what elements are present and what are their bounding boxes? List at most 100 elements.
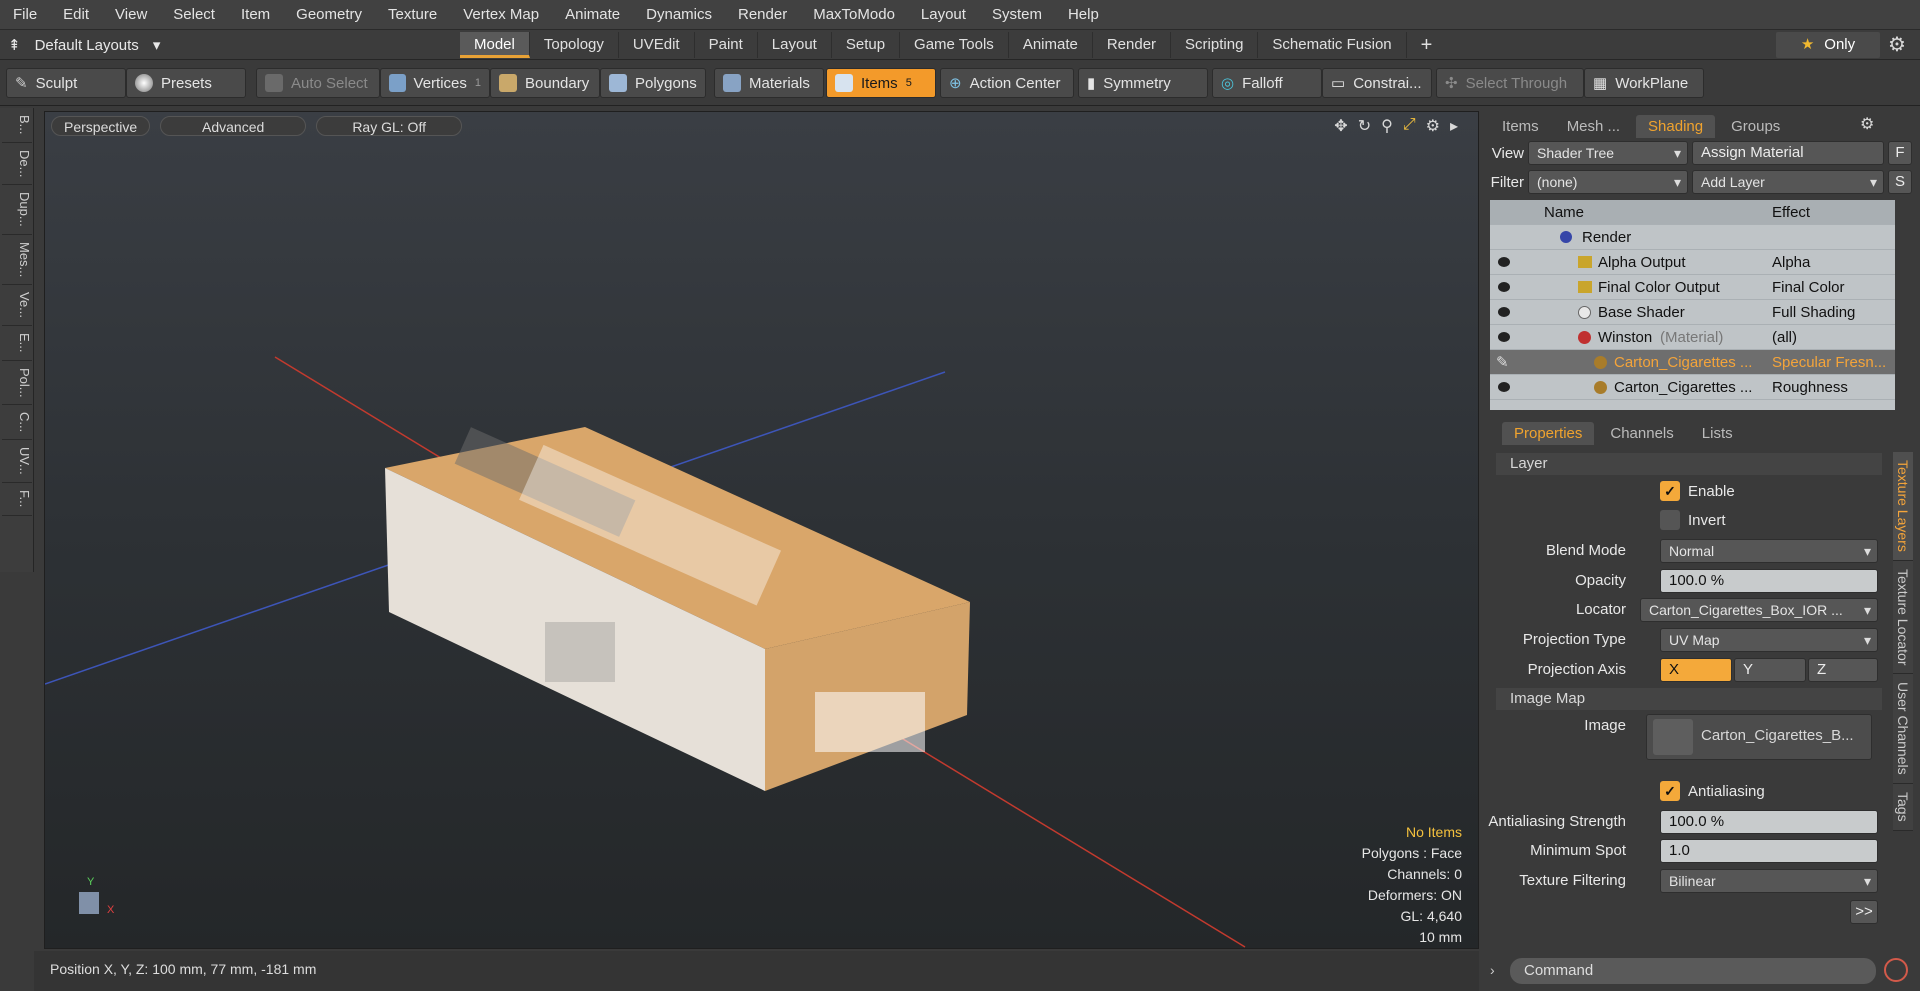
tab-lists[interactable]: Lists — [1690, 422, 1745, 445]
tab-user-channels[interactable]: User Channels — [1893, 674, 1913, 784]
tree-row-selected[interactable]: ✎ Carton_Cigarettes ... Specular Fresn..… — [1490, 350, 1895, 375]
falloff-button[interactable]: ◎ Falloff — [1212, 68, 1322, 98]
gear-icon[interactable]: ⚙ — [1888, 32, 1906, 57]
layer-section-header[interactable]: Layer — [1496, 453, 1882, 475]
filter-dropdown[interactable]: (none) — [1528, 170, 1688, 194]
locator-dropdown[interactable]: Carton_Cigarettes_Box_IOR ... — [1640, 598, 1878, 622]
texture-filtering-dropdown[interactable]: Bilinear — [1660, 869, 1878, 893]
row-effect[interactable]: Alpha — [1772, 250, 1810, 275]
row-effect[interactable]: Full Shading — [1772, 300, 1855, 325]
eye-icon[interactable] — [1498, 257, 1510, 267]
left-tab-de[interactable]: De... — [2, 143, 32, 185]
menu-item[interactable]: Item — [228, 6, 283, 23]
eye-icon[interactable] — [1498, 382, 1510, 392]
menu-file[interactable]: File — [0, 6, 50, 23]
default-layouts-dropdown[interactable]: ⇞ Default Layouts ▾ — [8, 34, 160, 56]
tab-tags[interactable]: Tags — [1893, 783, 1913, 831]
add-tab-button[interactable]: + — [1407, 32, 1447, 58]
left-tab-c[interactable]: C... — [2, 405, 32, 441]
tab-uvedit[interactable]: UVEdit — [619, 32, 695, 58]
tab-paint[interactable]: Paint — [695, 32, 758, 58]
left-tab-mes[interactable]: Mes... — [2, 235, 32, 286]
add-layer-key[interactable]: S — [1888, 170, 1912, 194]
left-tab-e[interactable]: E... — [2, 326, 32, 361]
image-map-section-header[interactable]: Image Map — [1496, 688, 1882, 710]
tab-topology[interactable]: Topology — [530, 32, 619, 58]
panel-gear-icon[interactable]: ⚙ — [1860, 114, 1874, 134]
menu-system[interactable]: System — [979, 6, 1055, 23]
antialiasing-strength-field[interactable]: 100.0 % — [1660, 810, 1878, 834]
tab-game-tools[interactable]: Game Tools — [900, 32, 1009, 58]
axis-y-button[interactable]: Y — [1734, 658, 1806, 682]
tab-channels[interactable]: Channels — [1598, 422, 1685, 445]
projection-type-dropdown[interactable]: UV Map — [1660, 628, 1878, 652]
tab-properties[interactable]: Properties — [1502, 421, 1595, 445]
tab-mesh[interactable]: Mesh ... — [1555, 115, 1632, 138]
tree-row[interactable]: Base Shader Full Shading — [1490, 300, 1895, 325]
tab-layout[interactable]: Layout — [758, 32, 832, 58]
menu-animate[interactable]: Animate — [552, 6, 633, 23]
image-picker[interactable]: Carton_Cigarettes_B... — [1646, 714, 1872, 760]
3d-viewport[interactable]: Perspective Advanced Ray GL: Off ✥ ↻ ⚲ ⤢… — [44, 111, 1479, 949]
enable-checkbox[interactable]: ✓ — [1660, 481, 1680, 501]
tab-groups[interactable]: Groups — [1719, 115, 1792, 138]
constraints-button[interactable]: ▭ Constrai... — [1322, 68, 1432, 98]
assign-material-field[interactable]: Assign Material — [1692, 141, 1884, 165]
row-effect[interactable]: Specular Fresn... — [1772, 350, 1886, 375]
workplane-button[interactable]: ▦ WorkPlane — [1584, 68, 1704, 98]
menu-help[interactable]: Help — [1055, 6, 1112, 23]
axis-z-button[interactable]: Z — [1808, 658, 1878, 682]
add-layer-dropdown[interactable]: Add Layer — [1692, 170, 1884, 194]
menu-edit[interactable]: Edit — [50, 6, 102, 23]
menu-layout[interactable]: Layout — [908, 6, 979, 23]
left-tab-dup[interactable]: Dup... — [2, 185, 32, 235]
menu-maxtomodo[interactable]: MaxToModo — [800, 6, 908, 23]
auto-select-button[interactable]: Auto Select — [256, 68, 380, 98]
tab-setup[interactable]: Setup — [832, 32, 901, 58]
vertices-button[interactable]: Vertices 1 — [380, 68, 490, 98]
items-button[interactable]: Items 5 — [826, 68, 936, 98]
tab-items[interactable]: Items — [1490, 115, 1551, 138]
sculpt-button[interactable]: ✎ Sculpt — [6, 68, 126, 98]
tab-texture-locator[interactable]: Texture Locator — [1893, 560, 1913, 675]
row-effect[interactable]: (all) — [1772, 325, 1797, 350]
eye-icon[interactable] — [1498, 307, 1510, 317]
minimum-spot-field[interactable]: 1.0 — [1660, 839, 1878, 863]
more-button[interactable]: >> — [1850, 900, 1878, 924]
row-effect[interactable]: Final Color — [1772, 275, 1845, 300]
left-tab-f[interactable]: F... — [2, 483, 32, 516]
menu-view[interactable]: View — [102, 6, 160, 23]
menu-select[interactable]: Select — [160, 6, 228, 23]
presets-button[interactable]: Presets — [126, 68, 246, 98]
symmetry-button[interactable]: ▮ Symmetry — [1078, 68, 1208, 98]
polygons-button[interactable]: Polygons — [600, 68, 706, 98]
tree-row[interactable]: Render — [1490, 225, 1895, 250]
left-tab-uv[interactable]: UV... — [2, 440, 32, 484]
tab-animate[interactable]: Animate — [1009, 32, 1093, 58]
axis-x-button[interactable]: X — [1660, 658, 1732, 682]
left-tab-b[interactable]: B... — [2, 108, 32, 143]
tab-shading[interactable]: Shading — [1636, 114, 1716, 138]
boundary-button[interactable]: Boundary — [490, 68, 600, 98]
tab-render[interactable]: Render — [1093, 32, 1172, 58]
menu-dynamics[interactable]: Dynamics — [633, 6, 725, 23]
tab-schematic-fusion[interactable]: Schematic Fusion — [1258, 32, 1407, 58]
tree-row[interactable]: Winston (Material) (all) — [1490, 325, 1895, 350]
select-through-button[interactable]: ✣ Select Through — [1436, 68, 1584, 98]
blend-mode-dropdown[interactable]: Normal — [1660, 539, 1878, 563]
materials-button[interactable]: Materials — [714, 68, 824, 98]
row-effect[interactable]: Roughness — [1772, 375, 1848, 400]
only-button[interactable]: ★ Only — [1776, 32, 1880, 58]
record-icon[interactable] — [1884, 958, 1908, 982]
opacity-field[interactable]: 100.0 % — [1660, 569, 1878, 593]
view-dropdown[interactable]: Shader Tree — [1528, 141, 1688, 165]
tab-scripting[interactable]: Scripting — [1171, 32, 1259, 58]
left-tab-ve[interactable]: Ve... — [2, 285, 32, 327]
command-input[interactable]: Command — [1510, 958, 1876, 984]
eye-icon[interactable] — [1498, 332, 1510, 342]
action-center-button[interactable]: ⊕ Action Center — [940, 68, 1074, 98]
menu-texture[interactable]: Texture — [375, 6, 450, 23]
menu-render[interactable]: Render — [725, 6, 800, 23]
tree-row[interactable]: Final Color Output Final Color — [1490, 275, 1895, 300]
tab-texture-layers[interactable]: Texture Layers — [1893, 452, 1913, 561]
